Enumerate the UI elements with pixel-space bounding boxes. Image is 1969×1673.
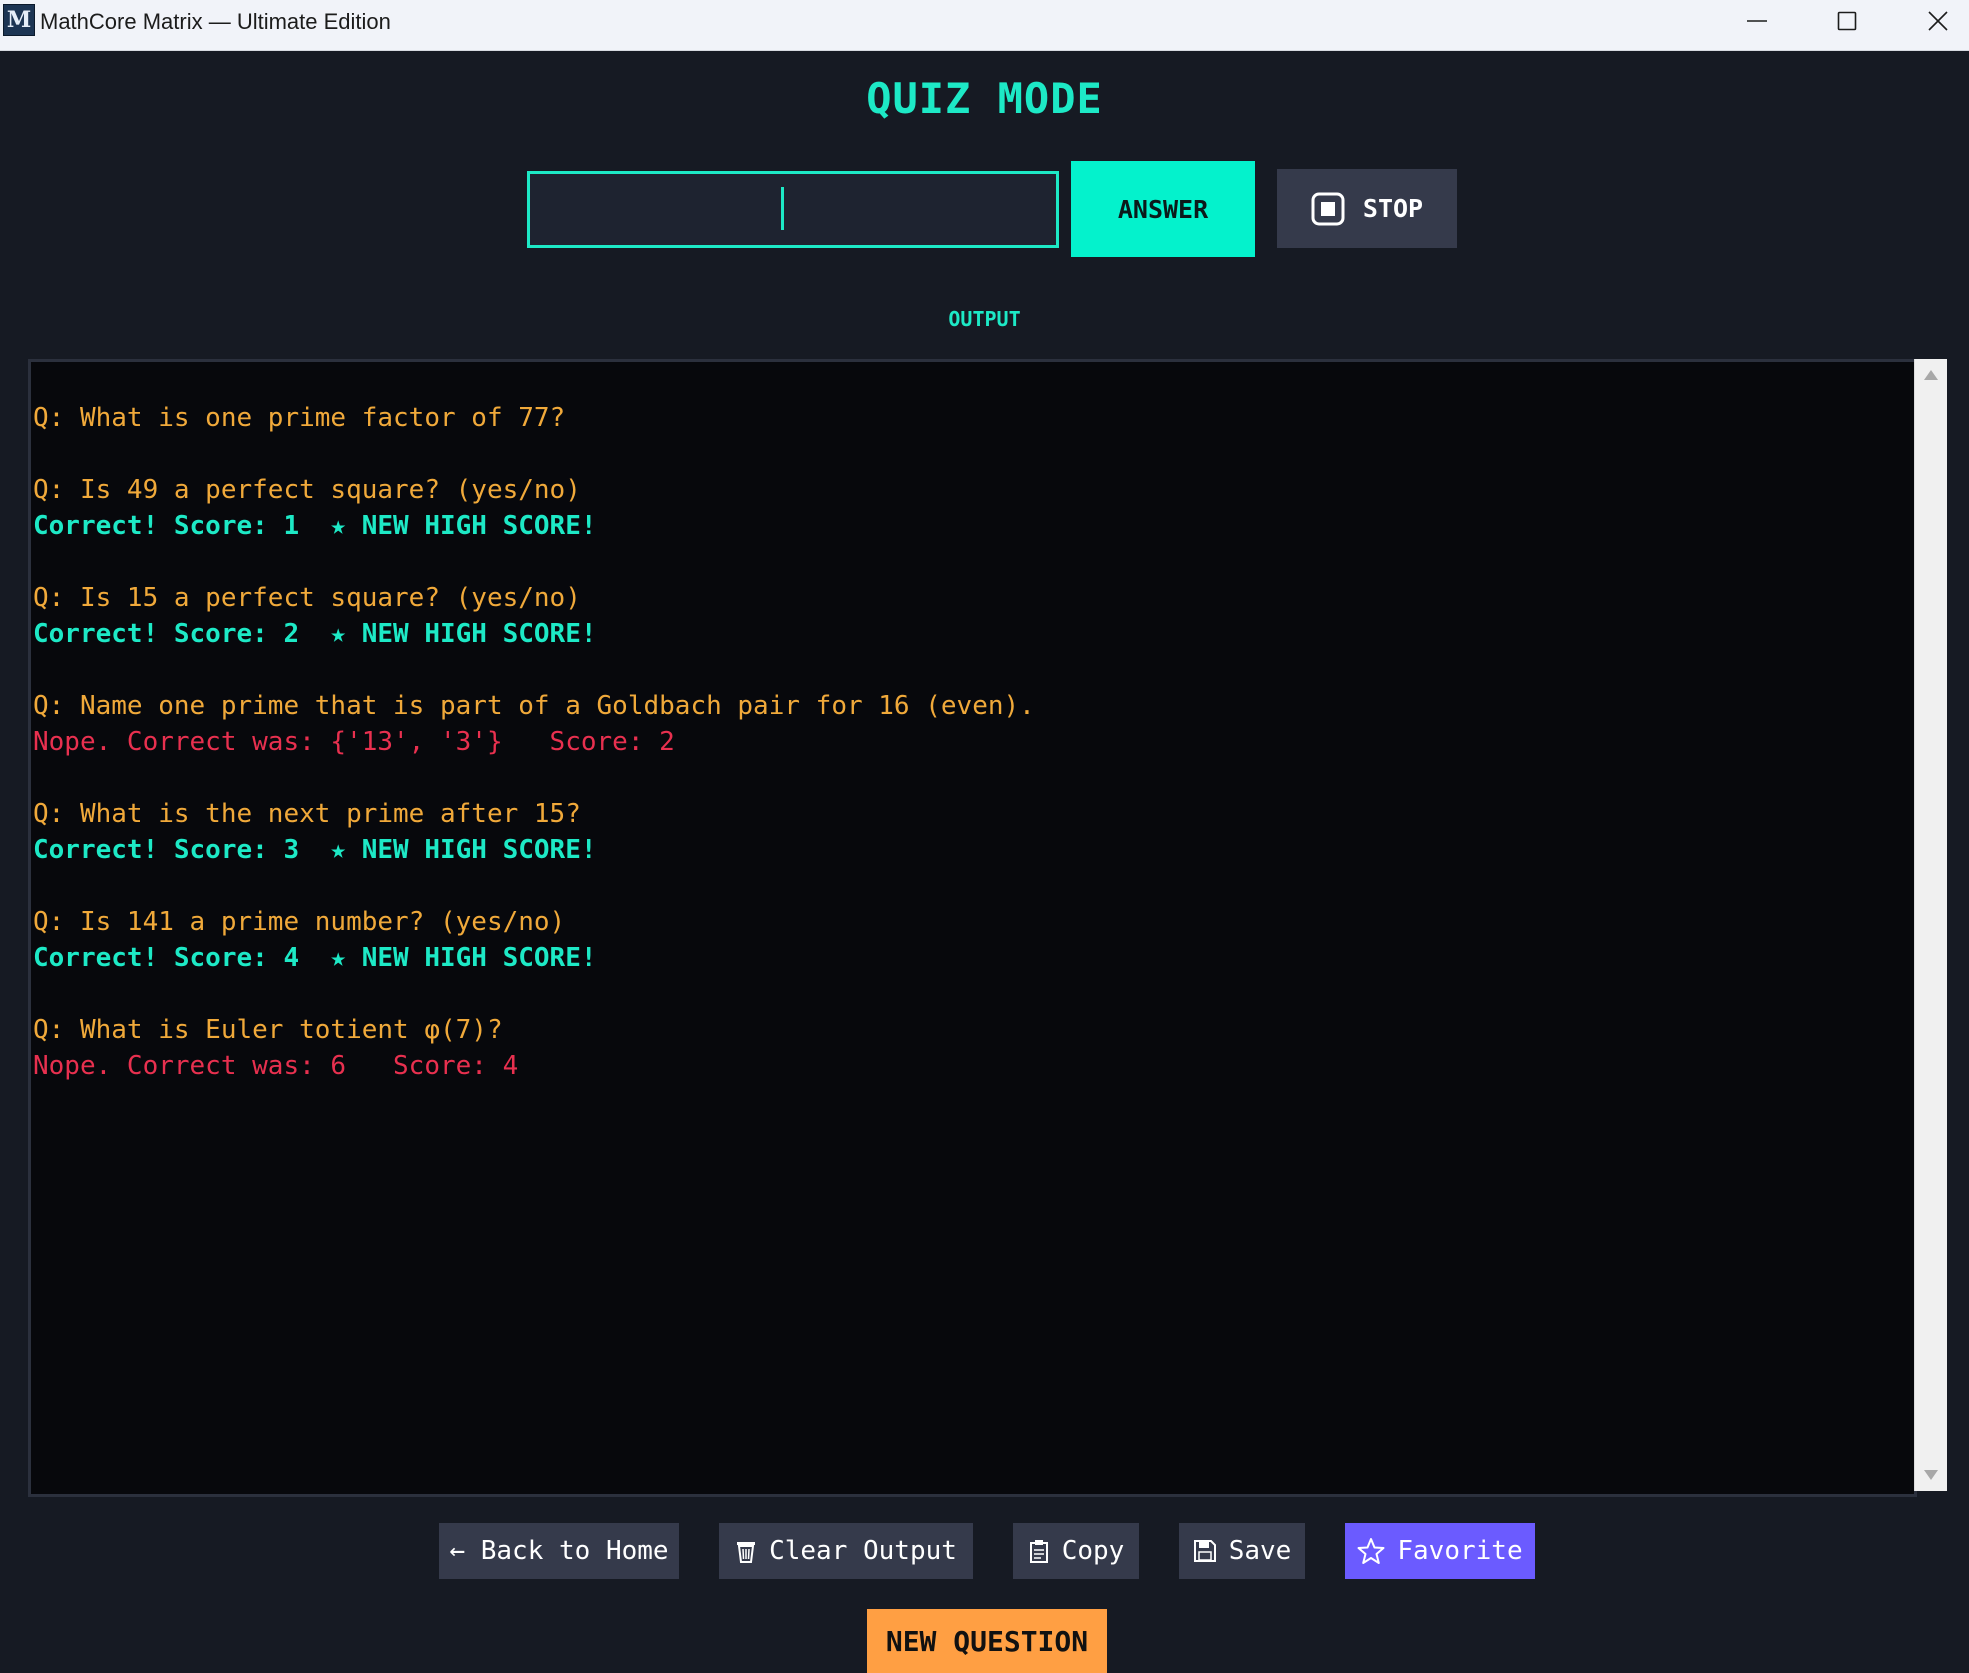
output-blank-line	[33, 976, 1035, 1012]
output-blank-line	[33, 436, 1035, 472]
page-title: QUIZ MODE	[866, 74, 1103, 123]
scroll-down-icon[interactable]	[1923, 1469, 1939, 1481]
app-logo-icon: M	[3, 4, 35, 36]
clear-output-label: Clear Output	[769, 1536, 957, 1566]
answer-input[interactable]	[527, 171, 1059, 248]
text-caret	[781, 187, 784, 230]
window-titlebar: M MathCore Matrix — Ultimate Edition	[0, 0, 1969, 51]
output-log: Q: What is one prime factor of 77? Q: Is …	[33, 400, 1035, 1084]
output-heading: OUTPUT	[948, 307, 1021, 331]
output-correct-line: Correct! Score: 2 ★ NEW HIGH SCORE!	[33, 619, 597, 649]
stop-label: STOP	[1362, 194, 1424, 223]
output-console[interactable]: Q: What is one prime factor of 77? Q: Is …	[28, 359, 1917, 1497]
output-question-line: Q: What is Euler totient φ(7)?	[33, 1015, 503, 1045]
clipboard-icon	[1029, 1540, 1048, 1563]
back-to-home-button[interactable]: ← Back to Home	[439, 1523, 679, 1579]
stop-button[interactable]: STOP	[1277, 169, 1457, 248]
output-question-line: Q: What is the next prime after 15?	[33, 799, 581, 829]
save-button[interactable]: Save	[1179, 1523, 1305, 1579]
maximize-button[interactable]	[1802, 0, 1892, 42]
favorite-label: Favorite	[1397, 1536, 1523, 1566]
output-question-line: Q: What is one prime factor of 77?	[33, 403, 566, 433]
clear-output-button[interactable]: Clear Output	[719, 1523, 973, 1579]
output-wrong-line: Nope. Correct was: {'13', '3'} Score: 2	[33, 727, 675, 757]
minimize-button[interactable]	[1712, 0, 1802, 42]
floppy-disk-icon	[1193, 1540, 1216, 1562]
answer-button[interactable]: ANSWER	[1071, 161, 1255, 257]
window-title: MathCore Matrix — Ultimate Edition	[40, 9, 391, 34]
output-blank-line	[33, 760, 1035, 796]
output-blank-line	[33, 544, 1035, 580]
output-scrollbar[interactable]	[1914, 359, 1947, 1491]
minimize-icon	[1747, 20, 1767, 22]
back-to-home-label: ← Back to Home	[449, 1536, 669, 1566]
trash-icon	[737, 1542, 756, 1563]
output-correct-line: Correct! Score: 4 ★ NEW HIGH SCORE!	[33, 943, 597, 973]
output-correct-line: Correct! Score: 3 ★ NEW HIGH SCORE!	[33, 835, 597, 865]
output-question-line: Q: Name one prime that is part of a Gold…	[33, 691, 1035, 721]
output-question-line: Q: Is 141 a prime number? (yes/no)	[33, 907, 566, 937]
maximize-icon	[1837, 11, 1857, 31]
stop-square-icon	[1311, 192, 1345, 225]
close-button[interactable]	[1893, 0, 1969, 42]
output-blank-line	[33, 652, 1035, 688]
output-blank-line	[33, 868, 1035, 904]
close-icon	[1928, 11, 1948, 31]
copy-label: Copy	[1061, 1536, 1125, 1566]
output-question-line: Q: Is 49 a perfect square? (yes/no)	[33, 475, 581, 505]
favorite-button[interactable]: Favorite	[1345, 1523, 1535, 1579]
copy-button[interactable]: Copy	[1013, 1523, 1139, 1579]
save-label: Save	[1228, 1536, 1292, 1566]
new-question-button[interactable]: NEW QUESTION	[867, 1609, 1107, 1673]
output-wrong-line: Nope. Correct was: 6 Score: 4	[33, 1051, 519, 1081]
output-correct-line: Correct! Score: 1 ★ NEW HIGH SCORE!	[33, 511, 597, 541]
star-outline-icon	[1357, 1538, 1385, 1564]
scroll-up-icon[interactable]	[1923, 369, 1939, 381]
output-question-line: Q: Is 15 a perfect square? (yes/no)	[33, 583, 581, 613]
